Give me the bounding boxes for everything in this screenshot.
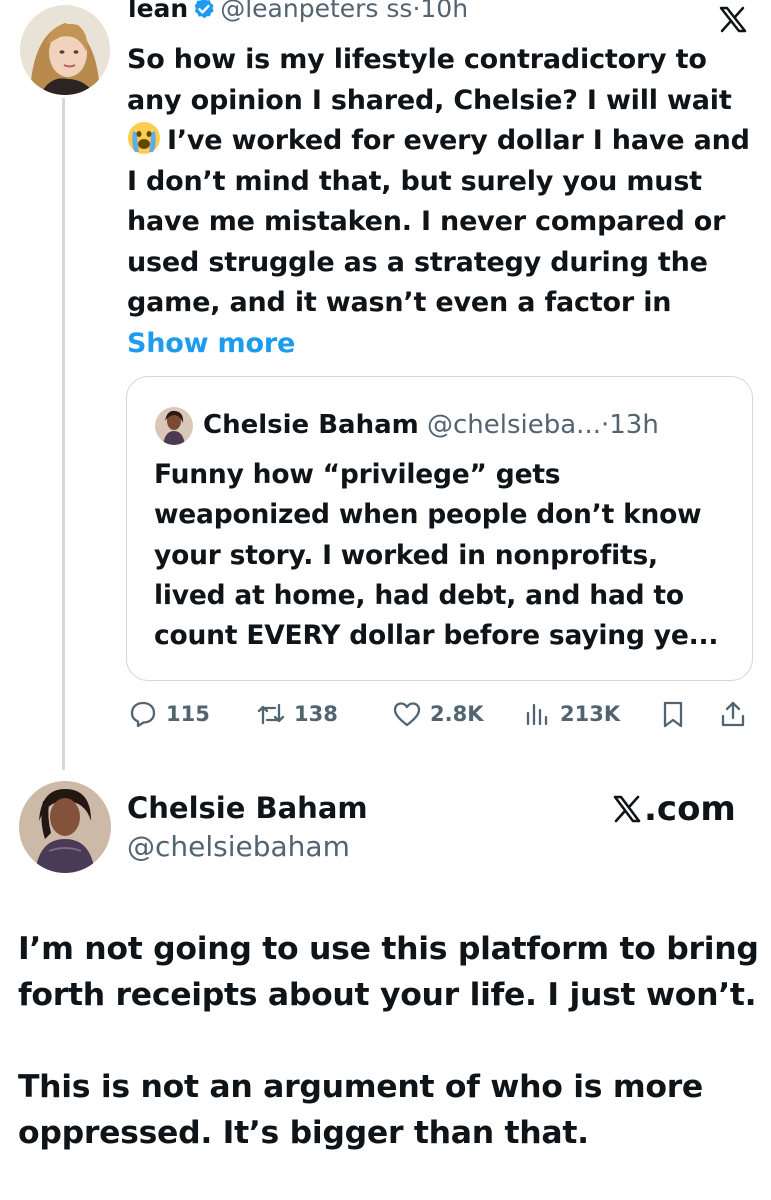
crying-face-emoji-icon: [128, 122, 160, 154]
reply-icon: [130, 701, 156, 728]
reply-paragraph: This is not an argument of who is more o…: [18, 1069, 703, 1151]
show-more-link[interactable]: Show more: [127, 328, 295, 359]
quoted-author-avatar[interactable]: [155, 407, 193, 445]
share-button[interactable]: [718, 697, 756, 731]
quoted-line: weaponized when people don’t know: [154, 499, 702, 531]
like-button[interactable]: 2.8K: [392, 697, 483, 731]
thread-connector-line: [62, 98, 65, 770]
x-com-source-label: .com: [612, 789, 736, 829]
share-icon: [721, 701, 745, 727]
tweet-line: used struggle as a strategy during the: [127, 246, 708, 278]
bookmark-icon: [663, 701, 683, 728]
repost-button[interactable]: 138: [256, 697, 338, 731]
avatar-photo-chelsie: [19, 781, 111, 873]
tweet-line: So how is my lifestyle contradictory to: [127, 44, 707, 75]
reply-author-name[interactable]: Chelsie Baham: [127, 789, 368, 827]
quoted-tweet-time[interactable]: 13h: [609, 410, 659, 440]
quoted-header-separator: ·: [600, 410, 610, 440]
quoted-author-handle[interactable]: @chelsieba...: [427, 410, 601, 440]
source-label-text: .com: [644, 789, 736, 829]
tweet-line: have me mistaken. I never compared or: [127, 206, 726, 237]
quoted-author-name[interactable]: Chelsie Baham: [203, 410, 419, 440]
repost-count: 138: [294, 702, 338, 726]
author-name[interactable]: lean: [128, 0, 188, 23]
reply-paragraph: I’m not going to use this platform to br…: [18, 931, 759, 1013]
heart-icon: [393, 702, 421, 727]
reply-author-handle[interactable]: @chelsiebaham: [127, 828, 350, 866]
x-logo-icon: [613, 795, 641, 823]
quoted-tweet-card[interactable]: Chelsie Baham @chelsieba...·13h Funny ho…: [126, 376, 753, 681]
reply-author-avatar[interactable]: [19, 781, 111, 873]
tweet-time[interactable]: 10h: [420, 0, 468, 23]
views-button[interactable]: 213K: [522, 697, 620, 731]
tweet-line: I’ve worked for every dollar I have and: [167, 125, 750, 156]
tweet-line: I don’t mind that, but surely you must: [127, 165, 702, 197]
quoted-line: Funny how “privilege” gets: [154, 459, 561, 490]
author-handle[interactable]: @leanpeters ss: [220, 0, 412, 23]
reply-button[interactable]: 115: [128, 697, 210, 731]
quoted-line: lived at home, had debt, and had to: [154, 579, 684, 611]
reply-tweet-text: I’m not going to use this platform to br…: [18, 926, 763, 1200]
views-count: 213K: [560, 702, 621, 726]
avatar-photo-chelsie: [155, 407, 193, 445]
quoted-line: count EVERY dollar before saying ye...: [154, 620, 719, 652]
quoted-line: your story. I worked in nonprofits,: [154, 539, 658, 571]
tweet-text: So how is my lifestyle contradictory to …: [127, 40, 757, 364]
reply-count: 115: [166, 702, 210, 726]
verified-badge-icon: [195, 0, 214, 19]
quoted-tweet-header: Chelsie Baham @chelsieba...·13h: [203, 407, 659, 443]
tweet-line: any opinion I shared, Chelsie? I will wa…: [127, 84, 732, 116]
views-chart-icon: [526, 703, 548, 726]
like-count: 2.8K: [430, 702, 484, 726]
x-logo-icon: [719, 6, 747, 33]
bookmark-button[interactable]: [658, 697, 696, 731]
author-avatar[interactable]: [20, 5, 110, 95]
tweet-line: game, and it wasn’t even a factor in: [127, 287, 672, 318]
tweet-header: lean @leanpeters ss·10h: [128, 0, 468, 26]
quoted-tweet-text: Funny how “privilege” gets weaponized wh…: [154, 455, 744, 656]
repost-icon: [257, 703, 285, 725]
avatar-photo-lean: [20, 5, 110, 95]
